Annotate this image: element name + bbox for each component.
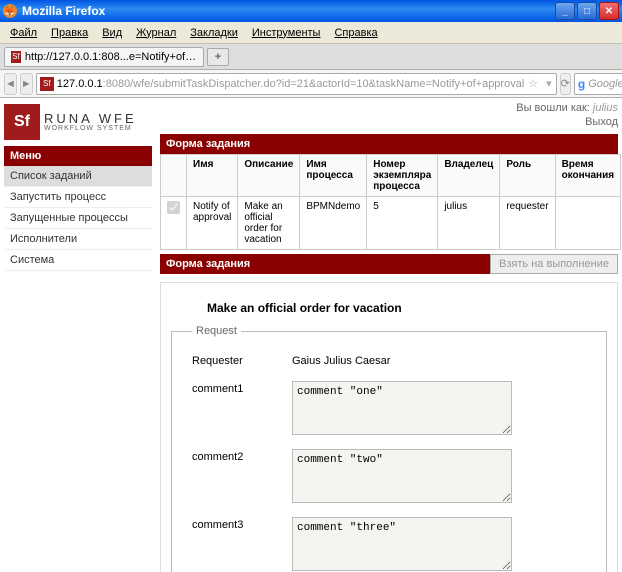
sidebar-item-running[interactable]: Запущенные процессы (4, 208, 152, 229)
th-name: Имя (187, 155, 238, 197)
menu-help[interactable]: Справка (328, 25, 383, 41)
minimize-button[interactable]: _ (555, 2, 575, 20)
cell-process: BPMNdemo (300, 197, 367, 250)
nav-toolbar: ◄ ► Sf 127.0.0.1 :8080/wfe/submitTaskDis… (0, 70, 622, 98)
url-host: 127.0.0.1 (57, 78, 103, 90)
maximize-button[interactable]: □ (577, 2, 597, 20)
form-title: Make an official order for vacation (207, 301, 607, 315)
th-owner: Владелец (438, 155, 500, 197)
search-placeholder: Google (588, 78, 622, 90)
requester-value: Gaius Julius Caesar (292, 353, 390, 367)
cell-role: requester (500, 197, 555, 250)
menu-file[interactable]: Файл (4, 25, 43, 41)
section-header-task: Форма задания (160, 134, 618, 154)
new-tab-button[interactable]: + (207, 48, 229, 66)
sidebar-item-tasks[interactable]: Список заданий (4, 166, 152, 187)
menu-tools[interactable]: Инструменты (246, 25, 327, 41)
th-deadline: Время окончания (555, 155, 621, 197)
url-bar[interactable]: Sf 127.0.0.1 :8080/wfe/submitTaskDispatc… (36, 73, 557, 95)
th-desc: Описание (238, 155, 300, 197)
close-button[interactable]: ✕ (599, 2, 619, 20)
menu-header: Меню (4, 146, 152, 166)
url-path: :8080/wfe/submitTaskDispatcher.do?id=21&… (103, 78, 525, 90)
tab-bar: Sf http://127.0.0.1:808...e=Notify+of+ap… (0, 44, 622, 70)
reload-button[interactable]: ⟳ (560, 73, 571, 95)
comment1-input[interactable] (292, 381, 512, 435)
username: julius (593, 102, 618, 114)
browser-tab[interactable]: Sf http://127.0.0.1:808...e=Notify+of+ap… (4, 47, 204, 67)
user-line: Вы вошли как: julius (160, 102, 618, 114)
requester-label: Requester (192, 353, 282, 367)
cell-owner: julius (438, 197, 500, 250)
forward-button[interactable]: ► (20, 73, 33, 95)
comment3-label: comment3 (192, 517, 282, 571)
request-fieldset: Request Requester Gaius Julius Caesar co… (171, 325, 607, 572)
search-bar[interactable]: g Google (574, 73, 622, 95)
logo: Sf RUNA WFE WORKFLOW SYSTEM (4, 102, 152, 142)
cell-desc: Make an official order for vacation (238, 197, 300, 250)
tab-label: http://127.0.0.1:808...e=Notify+of+appro… (25, 51, 197, 63)
logout-link[interactable]: Выход (160, 116, 618, 128)
menu-edit[interactable]: Правка (45, 25, 94, 41)
bookmark-star-icon[interactable]: ☆ (524, 77, 542, 90)
menu-view[interactable]: Вид (96, 25, 128, 41)
window-titlebar: 🦊 Mozilla Firefox _ □ ✕ (0, 0, 622, 22)
cell-deadline (555, 197, 621, 250)
sidebar-item-start[interactable]: Запустить процесс (4, 187, 152, 208)
site-icon: Sf (40, 77, 54, 91)
sidebar-item-system[interactable]: Система (4, 250, 152, 271)
comment2-input[interactable] (292, 449, 512, 503)
browser-menubar: Файл Правка Вид Журнал Закладки Инструме… (0, 22, 622, 44)
logo-text-2: WORKFLOW SYSTEM (44, 125, 137, 132)
logo-icon: Sf (4, 104, 40, 140)
menu-bookmarks[interactable]: Закладки (184, 25, 244, 41)
th-process: Имя процесса (300, 155, 367, 197)
logo-text-1: RUNA WFE (44, 112, 137, 125)
back-button[interactable]: ◄ (4, 73, 17, 95)
site-icon: Sf (11, 51, 21, 63)
table-row: Notify of approval Make an official orde… (161, 197, 621, 250)
row-checkbox[interactable] (167, 201, 180, 214)
google-icon: g (578, 77, 585, 91)
th-role: Роль (500, 155, 555, 197)
window-title: Mozilla Firefox (22, 4, 555, 18)
table-header-row: Имя Описание Имя процесса Номер экземпля… (161, 155, 621, 197)
comment2-label: comment2 (192, 449, 282, 503)
take-task-button[interactable]: Взять на выполнение (490, 254, 618, 274)
comment1-label: comment1 (192, 381, 282, 435)
cell-instance: 5 (367, 197, 438, 250)
sidebar-item-executors[interactable]: Исполнители (4, 229, 152, 250)
task-form: Make an official order for vacation Requ… (160, 282, 618, 572)
cell-name: Notify of approval (187, 197, 238, 250)
dropdown-icon[interactable]: ▾ (542, 77, 556, 90)
menu-history[interactable]: Журнал (130, 25, 182, 41)
firefox-icon: 🦊 (3, 4, 17, 18)
fieldset-legend: Request (192, 325, 241, 337)
th-instance: Номер экземпляра процесса (367, 155, 438, 197)
comment3-input[interactable] (292, 517, 512, 571)
task-table: Имя Описание Имя процесса Номер экземпля… (160, 154, 621, 250)
